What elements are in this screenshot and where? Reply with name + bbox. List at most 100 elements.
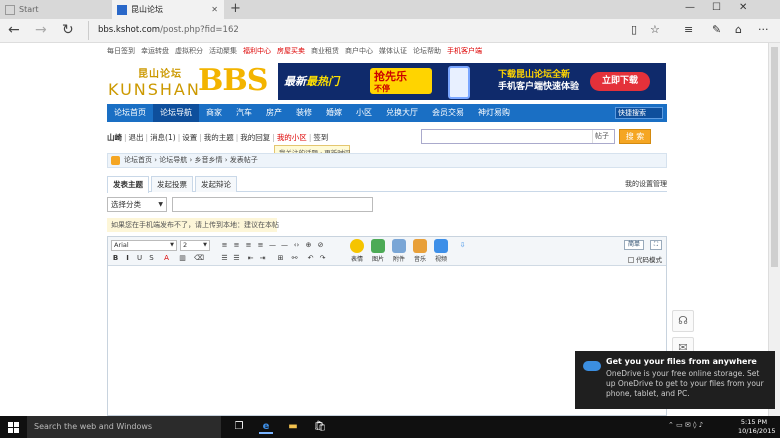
font-color-icon[interactable]: A [162, 254, 171, 263]
user-link[interactable]: 退出 [129, 133, 144, 142]
quick-search-select[interactable]: 快捷搜索 [615, 107, 663, 119]
clear-format-icon[interactable]: ⌫ [194, 254, 204, 263]
user-link[interactable]: 山崎 [107, 133, 122, 142]
task-view-icon[interactable]: ❐ [232, 420, 246, 434]
top-link[interactable]: 活动聚集 [209, 47, 237, 55]
indent-icon[interactable]: ⇥ [258, 254, 267, 263]
user-link[interactable]: 我的回复 [240, 133, 270, 142]
title-input[interactable] [172, 197, 373, 212]
top-link[interactable]: 商户中心 [345, 47, 373, 55]
back-icon[interactable]: ← [8, 22, 20, 38]
quote-icon[interactable]: — [280, 241, 289, 250]
top-link[interactable]: 房屋买卖 [277, 47, 305, 55]
top-link[interactable]: 手机客户端 [447, 47, 482, 55]
align-right-icon[interactable]: ≡ [244, 241, 253, 250]
ordered-list-icon[interactable]: ☰ [220, 254, 229, 263]
top-link[interactable]: 商业租赁 [311, 47, 339, 55]
code-mode-checkbox[interactable]: 代码模式 [628, 254, 662, 264]
outdent-icon[interactable]: ⇤ [246, 254, 255, 263]
forum-search-input[interactable]: 帖子 [421, 129, 615, 144]
site-logo[interactable]: 昆山论坛 KUNSHAN BBS [108, 63, 268, 99]
onedrive-notification[interactable]: Get you your files from anywhere OneDriv… [575, 351, 775, 409]
hr-icon[interactable]: — [268, 241, 277, 250]
main-nav-item[interactable]: 兑换大厅 [379, 104, 425, 122]
user-link[interactable]: 我的主题 [204, 133, 234, 142]
align-center-icon[interactable]: ≡ [232, 241, 241, 250]
windows-start-icon[interactable] [8, 422, 19, 433]
scroll-thumb[interactable] [771, 47, 778, 267]
user-link[interactable]: 消息(1) [150, 133, 176, 142]
unordered-list-icon[interactable]: ☰ [232, 254, 241, 263]
edge-icon[interactable]: e [259, 420, 273, 434]
unlink-icon[interactable]: ⊘ [316, 241, 325, 250]
main-nav-item[interactable]: 婚嫁 [319, 104, 349, 122]
tab-new-debate[interactable]: 发起辩论 [195, 176, 237, 192]
expand-icon[interactable]: ⛶ [650, 240, 662, 250]
search-button[interactable]: 搜 索 [619, 129, 651, 144]
bold-icon[interactable]: B [111, 254, 120, 263]
main-nav-item[interactable]: 神灯易购 [471, 104, 517, 122]
new-tab-icon[interactable]: + [230, 1, 241, 16]
emoticon-button[interactable]: 表情 [348, 239, 366, 263]
breadcrumb-text[interactable]: 论坛首页 › 论坛导航 › 乡音乡情 › 发表帖子 [124, 156, 258, 164]
redo-icon[interactable]: ↷ [318, 254, 327, 263]
top-link[interactable]: 媒体认证 [379, 47, 407, 55]
top-link[interactable]: 幸运转盘 [141, 47, 169, 55]
app-banner-ad[interactable]: 最新最热门 抢先乐 不停 下载昆山论坛全新 手机客户端快速体验 立即下载 [278, 63, 666, 100]
url-field[interactable]: bbs.kshot.com/post.php?fid=162 [88, 21, 628, 40]
headset-icon[interactable]: ☊ [672, 310, 694, 332]
close-window-icon[interactable]: ✕ [739, 2, 747, 13]
underline-icon[interactable]: U [135, 254, 144, 263]
font-size-select[interactable]: 2 ▼ [180, 240, 210, 251]
simple-mode-button[interactable]: 简单 [624, 240, 644, 250]
tab-start[interactable]: Start [0, 0, 111, 19]
justify-icon[interactable]: ≡ [256, 241, 265, 250]
taskbar-search-input[interactable]: Search the web and Windows [27, 416, 221, 438]
tab-kunshan-bbs[interactable]: 昆山论坛 ✕ [112, 0, 224, 19]
main-nav-item[interactable]: 小区 [349, 104, 379, 122]
top-link[interactable]: 论坛帮助 [413, 47, 441, 55]
download-button[interactable]: 立即下载 [590, 72, 650, 91]
italic-icon[interactable]: I [123, 254, 132, 263]
main-nav-item[interactable]: 装修 [289, 104, 319, 122]
main-nav-item[interactable]: 论坛首页 [107, 104, 153, 122]
web-note-icon[interactable]: ✎ [712, 23, 721, 36]
tab-new-poll[interactable]: 发起投票 [151, 176, 193, 192]
user-link[interactable]: 我的小区 [277, 133, 307, 142]
home-icon[interactable] [111, 156, 120, 165]
category-select[interactable]: 选择分类 ▼ [107, 197, 167, 212]
close-tab-icon[interactable]: ✕ [211, 5, 218, 14]
reading-view-icon[interactable]: ▯ [631, 23, 637, 36]
music-button[interactable]: 音乐 [411, 239, 429, 263]
link-icon[interactable]: ⊕ [304, 241, 313, 250]
video-button[interactable]: 视频 [432, 239, 450, 263]
top-link[interactable]: 虚拟积分 [175, 47, 203, 55]
main-nav-item[interactable]: 论坛导航 [153, 104, 199, 122]
maximize-icon[interactable]: ☐ [712, 2, 721, 13]
align-left-icon[interactable]: ≡ [220, 241, 229, 250]
user-link[interactable]: 设置 [182, 133, 197, 142]
refresh-icon[interactable]: ↻ [62, 22, 74, 38]
top-link[interactable]: 每日签到 [107, 47, 135, 55]
download-icon[interactable]: ⇩ [458, 241, 467, 250]
minimize-icon[interactable]: — [685, 2, 695, 13]
more-icon[interactable]: ··· [758, 23, 769, 36]
search-scope-select[interactable]: 帖子 [592, 130, 614, 143]
background-color-icon[interactable]: ▥ [178, 254, 187, 263]
settings-link[interactable]: 我的设置管理 [625, 179, 667, 189]
main-nav-item[interactable]: 会员交易 [425, 104, 471, 122]
code-icon[interactable]: ‹› [292, 241, 301, 250]
taskbar-clock[interactable]: 5:15 PM 10/16/2015 [738, 418, 775, 436]
image-button[interactable]: 图片 [369, 239, 387, 263]
main-nav-item[interactable]: 汽车 [229, 104, 259, 122]
link-icon[interactable]: ⚯ [290, 254, 299, 263]
system-tray[interactable]: ⌃ ▭ ✉ ◊ ♪ [668, 421, 703, 429]
strike-icon[interactable]: S [147, 254, 156, 263]
main-nav-item[interactable]: 房产 [259, 104, 289, 122]
attachment-button[interactable]: 附件 [390, 239, 408, 263]
undo-icon[interactable]: ↶ [306, 254, 315, 263]
user-link[interactable]: 签到 [313, 133, 328, 142]
main-nav-item[interactable]: 商家 [199, 104, 229, 122]
file-explorer-icon[interactable]: ▬ [286, 420, 300, 434]
top-link[interactable]: 福利中心 [243, 47, 271, 55]
